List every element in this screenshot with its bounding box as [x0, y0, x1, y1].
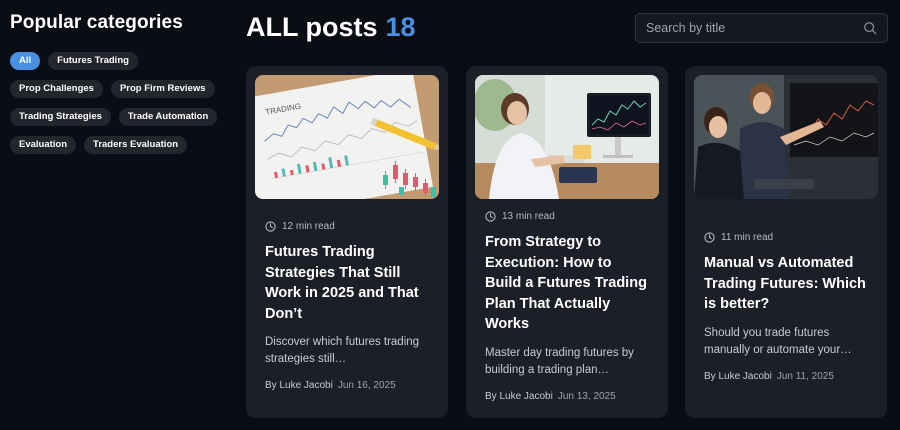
- page-title-text: ALL posts: [246, 12, 378, 42]
- tag-traders-evaluation[interactable]: Traders Evaluation: [84, 136, 188, 154]
- post-date: Jun 13, 2025: [557, 390, 616, 402]
- tag-evaluation[interactable]: Evaluation: [10, 136, 77, 154]
- clock-icon: [265, 221, 276, 232]
- read-time-text: 11 min read: [721, 232, 774, 243]
- post-byline: By Luke Jacobi Jun 13, 2025: [485, 391, 649, 402]
- tag-futures-trading[interactable]: Futures Trading: [48, 52, 138, 70]
- clock-icon: [485, 211, 496, 222]
- tag-trading-strategies[interactable]: Trading Strategies: [10, 108, 111, 126]
- category-tags: All Futures Trading Prop Challenges Prop…: [10, 52, 225, 154]
- read-time: 11 min read: [704, 232, 868, 243]
- post-date: Jun 16, 2025: [337, 380, 396, 391]
- search-box[interactable]: [635, 13, 888, 43]
- post-thumbnail[interactable]: TRADING: [255, 75, 439, 199]
- office-trader-image: [475, 75, 659, 199]
- categories-sidebar: Popular categories All Futures Trading P…: [10, 12, 230, 154]
- post-card[interactable]: 13 min read From Strategy to Execution: …: [466, 66, 668, 418]
- page-title: ALL posts 18: [246, 12, 416, 43]
- traders-monitors-image: [694, 75, 878, 199]
- read-time: 13 min read: [485, 211, 649, 222]
- post-byline: By Luke Jacobi Jun 16, 2025: [265, 380, 429, 391]
- post-title[interactable]: From Strategy to Execution: How to Build…: [485, 232, 649, 335]
- post-author: By Luke Jacobi: [485, 390, 553, 402]
- post-byline: By Luke Jacobi Jun 11, 2025: [704, 371, 868, 382]
- post-thumbnail[interactable]: [694, 75, 878, 199]
- search-icon[interactable]: [863, 21, 877, 35]
- read-time-text: 13 min read: [502, 211, 555, 222]
- clock-icon: [704, 232, 715, 243]
- tag-prop-firm-reviews[interactable]: Prop Firm Reviews: [110, 80, 215, 98]
- tag-trade-automation[interactable]: Trade Automation: [118, 108, 218, 126]
- read-time: 12 min read: [265, 221, 429, 232]
- post-date: Jun 11, 2025: [776, 370, 834, 382]
- post-title[interactable]: Manual vs Automated Trading Futures: Whi…: [704, 253, 868, 315]
- post-author: By Luke Jacobi: [704, 370, 772, 382]
- post-excerpt: Should you trade futures manually or aut…: [704, 326, 852, 356]
- posts-count: 18: [385, 12, 416, 42]
- read-time-text: 12 min read: [282, 221, 335, 232]
- post-excerpt: Discover which futures trading strategie…: [265, 336, 420, 365]
- post-thumbnail[interactable]: [475, 75, 659, 199]
- tag-all[interactable]: All: [10, 52, 41, 70]
- post-title[interactable]: Futures Trading Strategies That Still Wo…: [265, 242, 429, 324]
- post-excerpt: Master day trading futures by building a…: [485, 346, 634, 376]
- sidebar-title: Popular categories: [10, 12, 183, 33]
- post-card[interactable]: TRADING 12 min read Futures Trading Stra…: [246, 66, 448, 418]
- post-card[interactable]: 11 min read Manual vs Automated Trading …: [685, 66, 887, 418]
- search-input[interactable]: [646, 21, 863, 35]
- post-author: By Luke Jacobi: [265, 380, 333, 391]
- tag-prop-challenges[interactable]: Prop Challenges: [10, 80, 103, 98]
- trading-chart-image: TRADING: [255, 75, 439, 199]
